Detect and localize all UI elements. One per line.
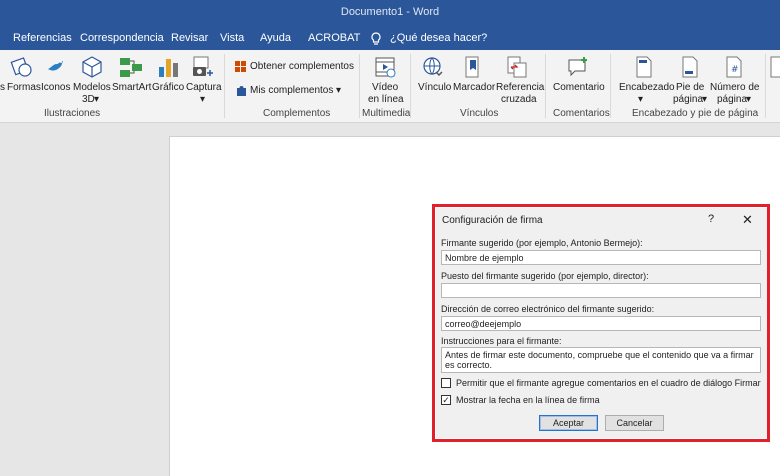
allow-comments-label: Permitir que el firmante agregue comenta…: [456, 378, 761, 388]
modelos-label-1: Modelos: [73, 82, 111, 93]
window-title: Documento1 - Word: [340, 6, 440, 18]
close-icon[interactable]: ✕: [742, 212, 753, 228]
checkmark-icon: ✓: [442, 395, 450, 405]
numero-label-1: Número de: [710, 82, 760, 93]
referencia-label-2: cruzada: [501, 94, 537, 105]
captura-label: Captura: [186, 82, 222, 93]
group-label-encabezado: Encabezado y pie de página: [632, 108, 759, 119]
mis-complementos-label: Mis complementos: [250, 85, 334, 96]
tab-ayuda[interactable]: Ayuda: [260, 32, 291, 44]
link-globe-icon: [423, 57, 443, 77]
signer-email-input[interactable]: correo@deejemplo: [441, 316, 761, 331]
cross-reference-icon: [507, 56, 527, 78]
cancel-button[interactable]: Cancelar: [605, 415, 664, 431]
group-divider: [410, 54, 411, 118]
show-date-label: Mostrar la fecha en la línea de firma: [456, 395, 600, 405]
iconos-label: Iconos: [41, 82, 71, 93]
obtener-complementos-label: Obtener complementos: [250, 61, 354, 72]
chevron-down-icon: ▾: [200, 94, 206, 105]
comentario-label: Comentario: [553, 82, 605, 93]
chevron-down-icon: ▾: [702, 94, 708, 105]
tab-vista[interactable]: Vista: [220, 32, 244, 44]
suggested-signer-label: Firmante sugerido (por ejemplo, Antonio …: [441, 238, 643, 248]
instructions-label: Instrucciones para el firmante:: [441, 336, 562, 346]
addins-icon: [237, 86, 246, 96]
marcador-label: Marcador: [453, 82, 496, 93]
tab-acrobat[interactable]: ACROBAT: [308, 32, 360, 44]
instructions-textarea[interactable]: Antes de firmar este documento, comprueb…: [441, 347, 761, 373]
allow-comments-checkbox[interactable]: [441, 378, 451, 388]
referencia-label-1: Referencia: [496, 82, 545, 93]
tell-me-search[interactable]: ¿Qué desea hacer?: [390, 32, 487, 44]
chevron-down-icon: ▾: [94, 94, 100, 105]
signer-email-label: Dirección de correo electrónico del firm…: [441, 304, 655, 314]
bird-icon: [48, 61, 63, 71]
text-box-icon[interactable]: [769, 55, 780, 79]
group-label-comentarios: Comentarios: [553, 108, 610, 119]
comment-icon: [568, 57, 587, 77]
cube-icon: [82, 56, 102, 78]
lightbulb-icon: [370, 32, 382, 49]
group-label-multimedia: Multimedia: [362, 108, 411, 119]
pie-label-2: página: [673, 94, 704, 105]
formas-label: Formas: [7, 82, 41, 93]
group-divider: [224, 54, 225, 118]
title-bar: Documento1 - Word: [0, 0, 780, 27]
grafico-label: Gráfico: [152, 82, 185, 93]
show-date-checkbox[interactable]: ✓: [441, 395, 451, 405]
smartart-label: SmartArt: [112, 82, 152, 93]
signature-setup-dialog: Configuración de firma ? ✕ Firmante suge…: [436, 208, 767, 438]
tab-correspondencia[interactable]: Correspondencia: [80, 32, 164, 44]
chevron-down-icon: ▾: [638, 94, 644, 105]
svg-text:#: #: [731, 65, 739, 75]
group-divider: [545, 54, 546, 118]
signer-title-input[interactable]: [441, 283, 761, 298]
bar-chart-icon: [159, 59, 178, 77]
store-icon: [235, 61, 246, 72]
group-label-vinculos: Vínculos: [460, 108, 499, 119]
tab-referencias[interactable]: Referencias: [13, 32, 72, 44]
header-icon: [636, 56, 652, 78]
ribbon-tabs: Referencias Correspondencia Revisar Vist…: [0, 27, 780, 50]
bookmark-icon: [465, 56, 479, 78]
dialog-title: Configuración de firma: [442, 215, 543, 226]
group-divider: [359, 54, 360, 118]
screenshot-icon: [193, 56, 213, 76]
chevron-down-icon: ▾: [336, 85, 342, 96]
shapes-icon: [10, 57, 32, 77]
formas-partial-label: s: [0, 82, 5, 93]
video-icon: [375, 57, 396, 78]
pie-label-1: Pie de: [676, 82, 705, 93]
video-label-2: en línea: [368, 94, 404, 105]
encabezado-label: Encabezado: [619, 82, 675, 93]
ribbon: s Formas Iconos Modelos 3D ▾ SmartArt Gr…: [0, 50, 780, 123]
numero-label-2: página: [717, 94, 748, 105]
group-label-complementos: Complementos: [263, 108, 331, 119]
signer-title-label: Puesto del firmante sugerido (por ejempl…: [441, 271, 649, 281]
accept-button[interactable]: Aceptar: [539, 415, 598, 431]
group-label-ilustraciones: Ilustraciones: [44, 108, 101, 119]
chevron-down-icon: ▾: [746, 94, 752, 105]
video-label-1: Vídeo: [372, 82, 399, 93]
page-number-icon: #: [726, 56, 742, 78]
group-divider: [765, 54, 766, 118]
smartart-icon: [120, 58, 142, 77]
tab-revisar[interactable]: Revisar: [171, 32, 208, 44]
vinculo-label: Vínculo: [418, 82, 452, 93]
footer-icon: [682, 56, 698, 78]
group-divider: [610, 54, 611, 118]
suggested-signer-input[interactable]: Nombre de ejemplo: [441, 250, 761, 265]
modelos-label-2: 3D: [82, 94, 95, 105]
help-button[interactable]: ?: [708, 213, 714, 225]
